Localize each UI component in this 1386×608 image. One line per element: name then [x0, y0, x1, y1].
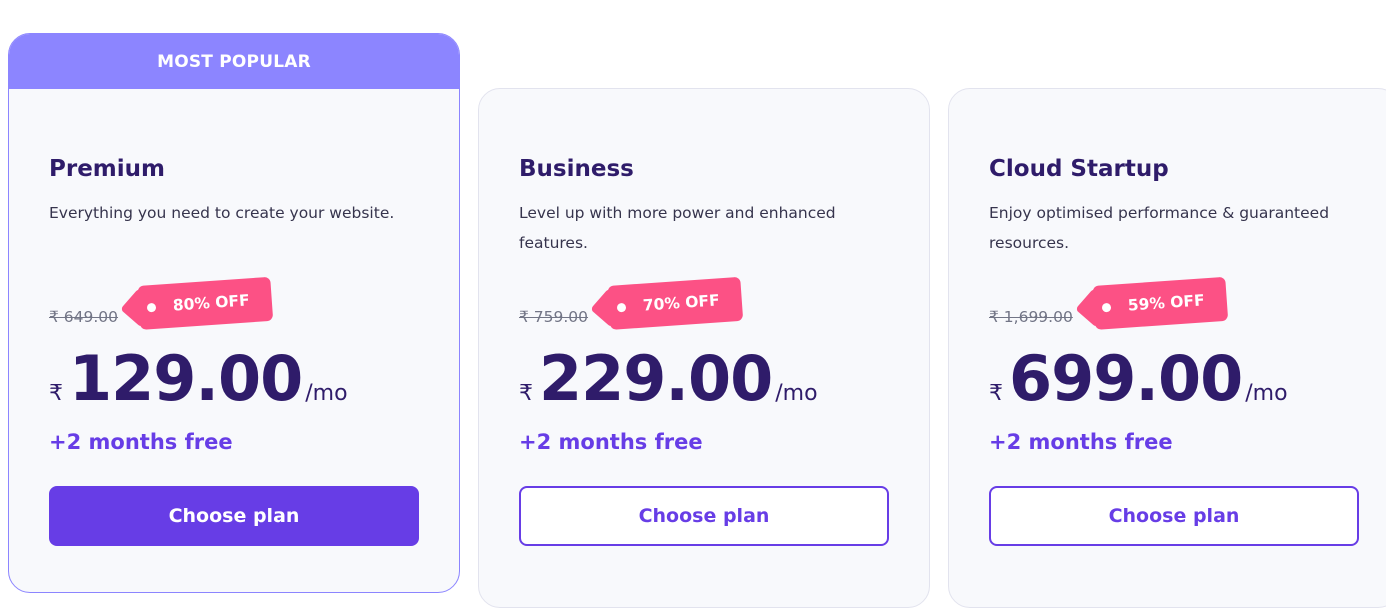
discount-label: 80% OFF [172, 291, 251, 315]
discount-label: 59% OFF [1127, 291, 1206, 315]
tag-hole-icon [146, 302, 157, 313]
bonus-months: +2 months free [989, 430, 1173, 454]
plan-content: Business Level up with more power and en… [519, 154, 889, 546]
discount-tag: 59% OFF [1092, 276, 1229, 330]
price-period: /mo [305, 381, 348, 406]
current-price: ₹ 699.00 /mo [989, 344, 1359, 414]
plan-card-cloud-startup: Cloud Startup Enjoy optimised performanc… [948, 88, 1386, 608]
plan-description: Level up with more power and enhanced fe… [519, 204, 836, 252]
plan-card-premium: MOST POPULAR Premium Everything you need… [8, 33, 460, 593]
plan-description: Everything you need to create your websi… [49, 204, 395, 222]
plan-name: Premium [49, 156, 165, 182]
plan-name: Cloud Startup [989, 156, 1169, 182]
tag-hole-icon [616, 302, 627, 313]
bonus-months: +2 months free [519, 430, 703, 454]
price-period: /mo [775, 381, 818, 406]
currency-symbol: ₹ [519, 381, 533, 406]
price-amount: 229.00 [539, 342, 773, 415]
plan-content: Premium Everything you need to create yo… [49, 154, 419, 546]
price-row: ₹ 759.00 70% OFF [519, 276, 889, 348]
plan-name: Business [519, 156, 634, 182]
price-amount: 129.00 [69, 342, 303, 415]
plan-description: Enjoy optimised performance & guaranteed… [989, 204, 1330, 252]
plan-content: Cloud Startup Enjoy optimised performanc… [989, 154, 1359, 546]
discount-tag: 70% OFF [607, 276, 744, 330]
choose-plan-button[interactable]: Choose plan [49, 486, 419, 546]
price-period: /mo [1245, 381, 1288, 406]
price-amount: 699.00 [1009, 342, 1243, 415]
currency-symbol: ₹ [49, 381, 63, 406]
choose-plan-button[interactable]: Choose plan [519, 486, 889, 546]
most-popular-ribbon: MOST POPULAR [9, 34, 459, 89]
original-price: ₹ 649.00 [49, 308, 119, 326]
plan-card-business: Business Level up with more power and en… [478, 88, 930, 608]
tag-hole-icon [1101, 302, 1112, 313]
current-price: ₹ 229.00 /mo [519, 344, 889, 414]
current-price: ₹ 129.00 /mo [49, 344, 419, 414]
currency-symbol: ₹ [989, 381, 1003, 406]
original-price: ₹ 1,699.00 [989, 308, 1073, 326]
discount-tag: 80% OFF [137, 276, 274, 330]
price-row: ₹ 649.00 80% OFF [49, 276, 419, 348]
price-row: ₹ 1,699.00 59% OFF [989, 276, 1359, 348]
discount-label: 70% OFF [642, 291, 721, 315]
bonus-months: +2 months free [49, 430, 233, 454]
original-price: ₹ 759.00 [519, 308, 589, 326]
choose-plan-button[interactable]: Choose plan [989, 486, 1359, 546]
